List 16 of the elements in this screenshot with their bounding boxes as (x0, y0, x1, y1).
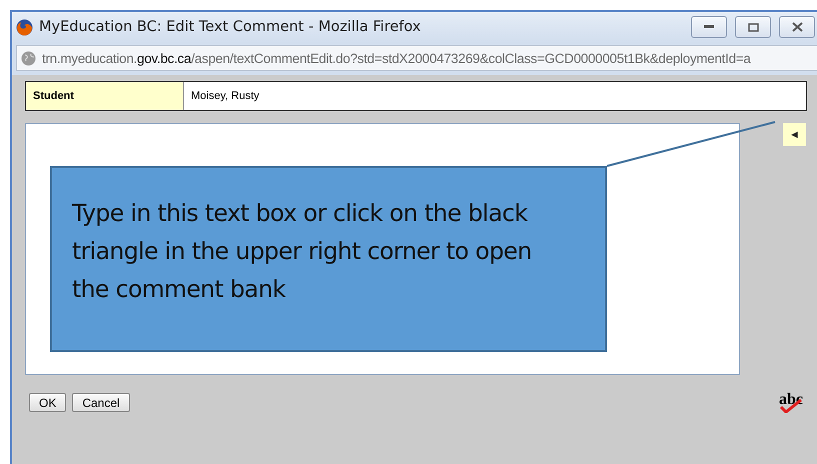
cancel-button[interactable]: Cancel (72, 393, 130, 412)
instruction-tooltip: Type in this text box or click on the black triangle in the upper right corner to open the comment bank (50, 166, 607, 352)
minimize-icon (704, 25, 714, 29)
maximize-button[interactable] (735, 16, 771, 38)
close-button[interactable] (779, 16, 815, 38)
maximize-icon (748, 22, 758, 32)
ok-button[interactable]: OK (29, 393, 66, 412)
address-bar[interactable]: trn.myeducation.gov.bc.ca/aspen/textCommentEdit.do?std=stdX2000473269&colClass=GCD0000005t1Bk&deploymentId=a (16, 45, 817, 71)
globe-icon (21, 50, 36, 66)
close-icon (792, 22, 802, 32)
window-title: MyEducation BC: Edit Text Comment - Mozilla Firefox (39, 19, 422, 35)
minimize-button[interactable] (691, 16, 727, 38)
field-label: Student (26, 82, 184, 110)
student-name: Moisey, Rusty (190, 89, 260, 104)
browser-logo-icon (16, 18, 33, 36)
comment-bank-toggle[interactable]: ◄ (783, 123, 806, 146)
